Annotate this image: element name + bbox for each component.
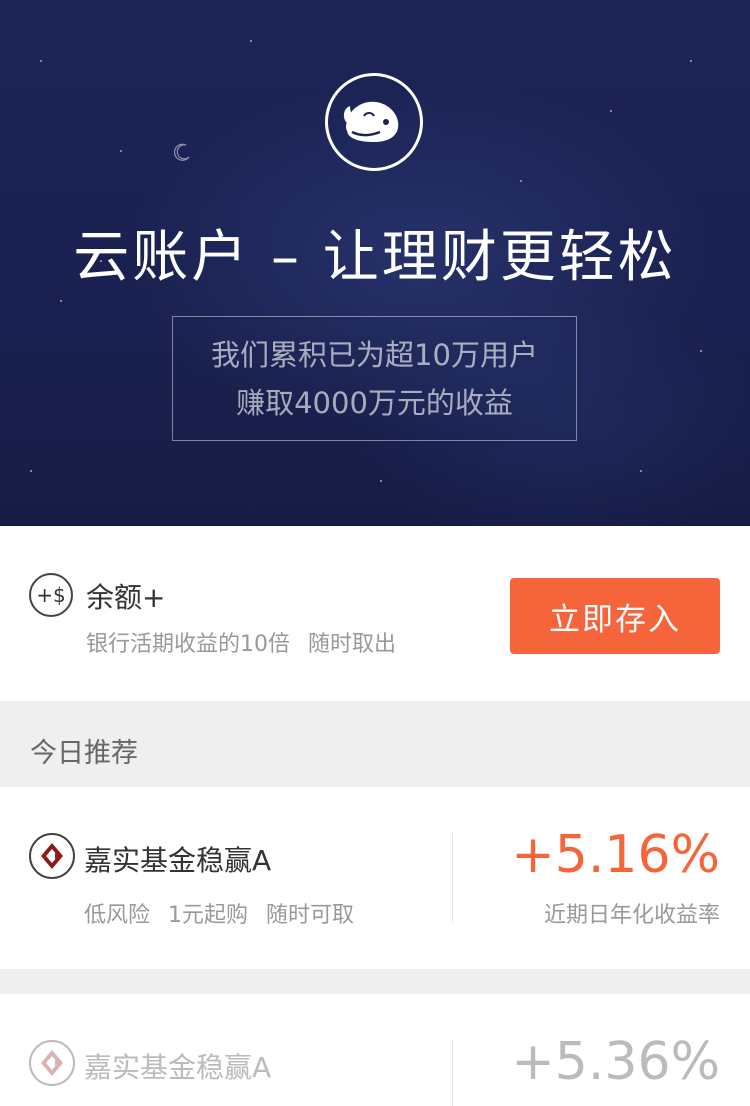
annual-yield-label: 近期日年化收益率 (543, 903, 720, 928)
hero-banner: 云账户 – 让理财更轻松 我们累积已为超10万用户 赚取4000万元的收益 (0, 0, 750, 526)
product-tag: 1元起购 (168, 903, 249, 928)
balance-desc-withdraw: 随时取出 (308, 632, 397, 657)
product-tags: 低风险 1元起购 随时可取 (84, 897, 372, 929)
balance-desc-yield: 银行活期收益的10倍 (86, 632, 290, 657)
today-recommend-header: 今日推荐 (0, 701, 750, 787)
card-divider (452, 1040, 453, 1106)
product-name: 嘉实基金稳赢A (84, 844, 272, 877)
deposit-now-button[interactable]: 立即存入 (510, 578, 720, 654)
balance-product-desc: 银行活期收益的10倍 随时取出 (86, 626, 396, 658)
annual-yield-rate: +5.16% (511, 825, 720, 885)
hero-subtitle-line2: 赚取4000万元的收益 (236, 386, 513, 420)
fund-logo-icon (29, 1040, 75, 1086)
product-tag: 随时可取 (266, 903, 355, 928)
annual-yield-rate: +5.36% (511, 1032, 720, 1092)
balance-product-name: 余额+ (86, 581, 166, 614)
hero-subtitle-line1: 我们累积已为超10万用户 (211, 338, 538, 372)
section-title: 今日推荐 (30, 738, 138, 769)
hero-title: 云账户 – 让理财更轻松 (73, 225, 677, 290)
product-card[interactable]: 嘉实基金稳赢A +5.36% (0, 994, 750, 1106)
hero-stats-box: 我们累积已为超10万用户 赚取4000万元的收益 (172, 316, 577, 441)
fund-logo-icon (29, 833, 75, 879)
card-divider (452, 833, 453, 923)
product-card[interactable]: 嘉实基金稳赢A 低风险 1元起购 随时可取 +5.16% 近期日年化收益率 (0, 787, 750, 969)
product-tag: 低风险 (84, 903, 151, 928)
product-name: 嘉实基金稳赢A (84, 1051, 272, 1084)
dollar-icon: +$ (29, 573, 73, 617)
whale-logo-icon (325, 73, 423, 171)
moon-icon (173, 143, 190, 161)
